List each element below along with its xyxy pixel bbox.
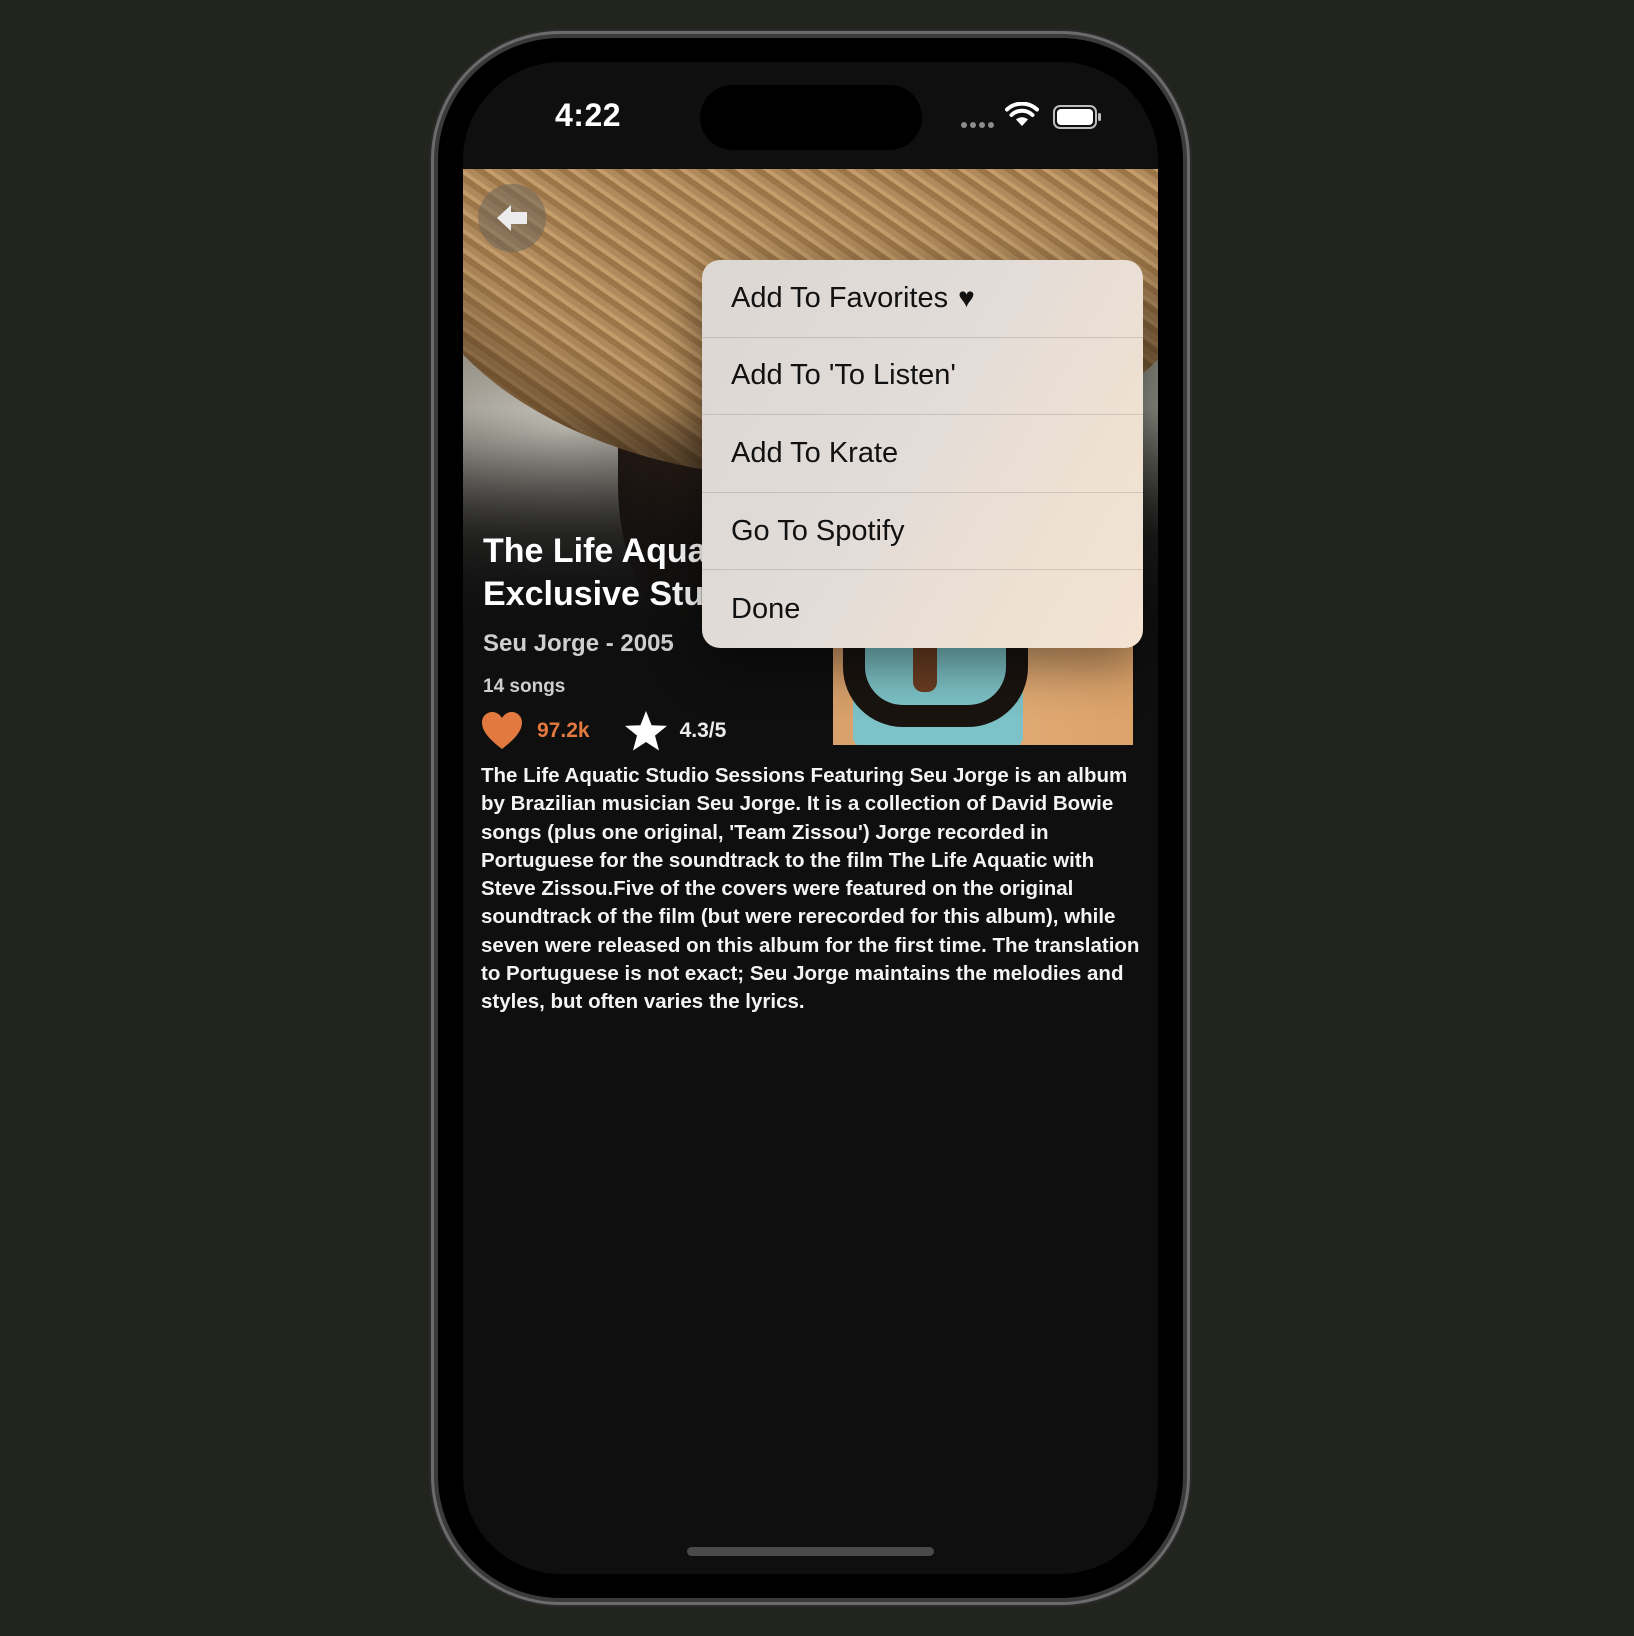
action-button [430, 355, 437, 405]
menu-item-add-to-krate[interactable]: Add To Krate [702, 415, 1143, 493]
volume-up-button [430, 460, 437, 585]
device-frame: 4:22 The Life Aqua Exclusive Stu Seu Jor… [0, 0, 1634, 1636]
star-icon [624, 711, 667, 751]
menu-item-label: Done [731, 592, 801, 625]
power-button [1185, 560, 1192, 725]
wifi-icon [1005, 102, 1039, 126]
menu-item-go-to-spotify[interactable]: Go To Spotify [702, 493, 1143, 571]
app-screen: 4:22 The Life Aqua Exclusive Stu Seu Jor… [463, 62, 1158, 1574]
dynamic-island [700, 85, 922, 150]
album-description: The Life Aquatic Studio Sessions Featuri… [481, 764, 1140, 1014]
likes-count: 97.2k [537, 719, 590, 742]
album-actions-menu: Add To Favorites ♥ Add To 'To Listen' Ad… [702, 260, 1143, 648]
back-arrow-icon [497, 205, 527, 231]
status-time: 4:22 [555, 97, 622, 133]
home-indicator[interactable] [687, 1547, 934, 1556]
volume-down-button [430, 600, 437, 725]
menu-item-label: Go To Spotify [731, 514, 905, 547]
song-count: 14 songs [483, 676, 566, 697]
menu-item-label: Add To Favorites [731, 281, 949, 314]
heart-icon: ♥ [958, 282, 975, 314]
menu-item-add-to-favorites[interactable]: Add To Favorites ♥ [702, 260, 1143, 338]
battery-icon [1053, 105, 1101, 129]
artist-year: Seu Jorge - 2005 [483, 630, 674, 657]
back-button[interactable] [478, 184, 546, 252]
menu-item-label: Add To Krate [731, 436, 899, 469]
heart-icon[interactable] [481, 711, 523, 751]
menu-item-label: Add To 'To Listen' [731, 359, 956, 392]
cellular-signal-icon [961, 122, 994, 128]
menu-item-done[interactable]: Done [702, 570, 1143, 648]
rating-value: 4.3/5 [679, 719, 727, 742]
stats-row: 97.2k 4.3/5 [481, 710, 726, 752]
menu-item-add-to-listen[interactable]: Add To 'To Listen' [702, 338, 1143, 416]
